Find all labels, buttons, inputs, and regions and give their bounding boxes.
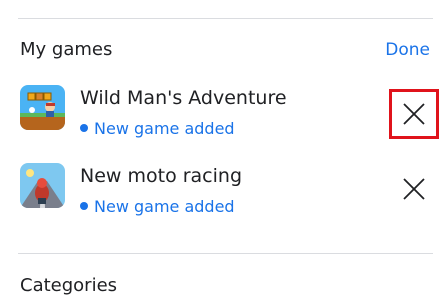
game-title: Wild Man's Adventure <box>80 87 287 109</box>
bottom-divider <box>18 253 433 254</box>
wild-man-adventure-thumbnail-icon <box>20 85 65 130</box>
game-status: New game added <box>80 196 235 218</box>
game-row-new-moto-racing[interactable]: New moto racing New game added <box>0 158 443 218</box>
game-row-wild-mans-adventure[interactable]: Wild Man's Adventure New game added <box>0 80 443 140</box>
remove-game-button[interactable] <box>389 89 439 139</box>
top-divider <box>18 18 433 19</box>
status-dot-icon <box>80 124 88 132</box>
game-status: New game added <box>80 118 235 140</box>
close-icon <box>403 103 425 125</box>
game-title: New moto racing <box>80 165 243 187</box>
game-status-label: New game added <box>94 197 235 216</box>
section-title: My games <box>20 39 113 60</box>
moto-racing-thumbnail-icon <box>20 163 65 208</box>
categories-heading: Categories <box>20 275 118 296</box>
status-dot-icon <box>80 202 88 210</box>
game-status-label: New game added <box>94 119 235 138</box>
remove-game-button[interactable] <box>389 164 439 214</box>
done-button[interactable]: Done <box>385 37 430 63</box>
close-icon <box>403 178 425 200</box>
